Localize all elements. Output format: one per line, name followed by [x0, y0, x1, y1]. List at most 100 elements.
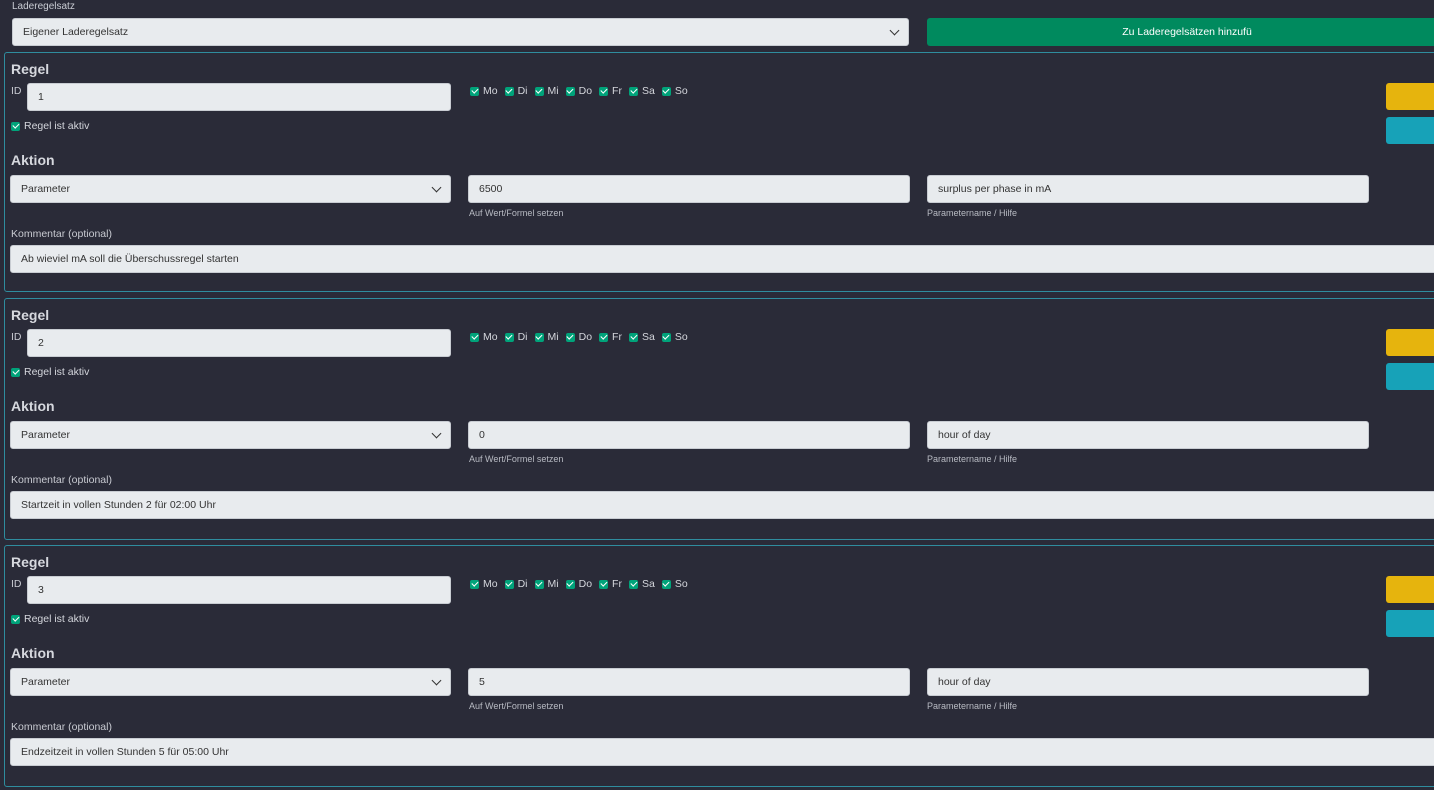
day-checkbox-di[interactable]: Di — [504, 578, 528, 590]
checkbox-checked-icon — [470, 86, 479, 96]
id-label: ID — [11, 331, 22, 343]
rule-id-value: 3 — [38, 584, 44, 596]
checkbox-checked-icon — [599, 332, 609, 342]
comment-input[interactable]: Ab wieviel mA soll die Überschussregel s… — [10, 245, 1434, 273]
value-text: 5 — [479, 676, 485, 688]
action-type-value: Parameter — [21, 429, 71, 441]
edit-button[interactable] — [1386, 83, 1434, 110]
rule-card: Regel ID 1 Mo Di Mi Do Fr Sa So Regel is… — [4, 52, 1434, 292]
rule-id-input[interactable]: 1 — [27, 83, 451, 111]
id-label: ID — [11, 578, 22, 590]
chevron-down-icon — [889, 25, 900, 36]
day-label: Sa — [641, 85, 655, 97]
checkbox-checked-icon — [534, 579, 544, 589]
action-type-select[interactable]: Parameter — [10, 668, 451, 696]
value-text: 6500 — [479, 183, 503, 195]
day-label: So — [674, 578, 688, 590]
action-type-select[interactable]: Parameter — [10, 421, 451, 449]
rule-card: Regel ID 3 Mo Di Mi Do Fr Sa So Regel is… — [4, 545, 1434, 787]
checkbox-checked-icon — [470, 332, 479, 342]
ruleset-select[interactable]: Eigener Laderegelsatz — [12, 18, 909, 46]
copy-button[interactable] — [1386, 610, 1434, 637]
edit-button[interactable] — [1386, 329, 1434, 356]
value-input[interactable]: 0 — [468, 421, 910, 449]
day-label: Mi — [547, 85, 559, 97]
checkbox-checked-icon — [11, 121, 20, 131]
day-checkbox-di[interactable]: Di — [504, 331, 528, 343]
weekday-checkboxes: Mo Di Mi Do Fr Sa So — [470, 331, 695, 343]
comment-text: Endzeitzeit in vollen Stunden 5 für 05:0… — [21, 746, 229, 758]
day-checkbox-fr[interactable]: Fr — [599, 85, 622, 97]
rule-active-label: Regel ist aktiv — [24, 613, 90, 625]
rule-active-checkbox[interactable]: Regel ist aktiv — [11, 120, 89, 132]
rule-active-checkbox[interactable]: Regel ist aktiv — [11, 613, 89, 625]
day-checkbox-fr[interactable]: Fr — [599, 578, 622, 590]
rule-id-input[interactable]: 2 — [27, 329, 451, 357]
rule-id-input[interactable]: 3 — [27, 576, 451, 604]
checkbox-checked-icon — [661, 579, 671, 589]
value-text: 0 — [479, 429, 485, 441]
day-label: So — [674, 331, 688, 343]
day-label: Mo — [483, 331, 498, 343]
checkbox-checked-icon — [661, 86, 671, 96]
edit-button[interactable] — [1386, 576, 1434, 603]
parameter-input[interactable]: surplus per phase in mA — [927, 175, 1369, 203]
rule-active-checkbox[interactable]: Regel ist aktiv — [11, 366, 89, 378]
value-input[interactable]: 6500 — [468, 175, 910, 203]
chevron-down-icon — [431, 675, 442, 686]
parameter-input[interactable]: hour of day — [927, 668, 1369, 696]
day-label: So — [674, 85, 688, 97]
parameter-input[interactable]: hour of day — [927, 421, 1369, 449]
checkbox-checked-icon — [628, 332, 638, 342]
day-label: Fr — [612, 578, 622, 590]
checkbox-checked-icon — [504, 579, 514, 589]
parameter-text: hour of day — [938, 429, 991, 441]
day-checkbox-so[interactable]: So — [661, 331, 688, 343]
checkbox-checked-icon — [11, 614, 20, 624]
value-input[interactable]: 5 — [468, 668, 910, 696]
day-label: Di — [517, 578, 528, 590]
comment-input[interactable]: Endzeitzeit in vollen Stunden 5 für 05:0… — [10, 738, 1434, 766]
day-checkbox-mo[interactable]: Mo — [470, 85, 498, 97]
day-checkbox-mi[interactable]: Mi — [534, 85, 559, 97]
day-label: Mo — [483, 85, 498, 97]
day-checkbox-mi[interactable]: Mi — [534, 578, 559, 590]
checkbox-checked-icon — [534, 86, 544, 96]
day-checkbox-do[interactable]: Do — [565, 85, 592, 97]
comment-text: Startzeit in vollen Stunden 2 für 02:00 … — [21, 499, 216, 511]
day-checkbox-mo[interactable]: Mo — [470, 578, 498, 590]
copy-button[interactable] — [1386, 117, 1434, 144]
day-checkbox-so[interactable]: So — [661, 85, 688, 97]
checkbox-checked-icon — [470, 579, 479, 589]
ruleset-label: Laderegelsatz — [12, 1, 75, 12]
parameter-hint: Parametername / Hilfe — [927, 701, 1018, 711]
rule-title: Regel — [11, 307, 50, 323]
action-type-select[interactable]: Parameter — [10, 175, 451, 203]
day-checkbox-do[interactable]: Do — [565, 578, 593, 590]
checkbox-checked-icon — [599, 86, 609, 96]
day-checkbox-mo[interactable]: Mo — [470, 331, 498, 343]
day-checkbox-do[interactable]: Do — [565, 331, 593, 343]
day-label: Do — [578, 578, 593, 590]
value-hint: Auf Wert/Formel setzen — [469, 454, 564, 464]
day-checkbox-sa[interactable]: Sa — [628, 85, 655, 97]
day-label: Do — [578, 331, 593, 343]
day-checkbox-sa[interactable]: Sa — [628, 331, 655, 343]
day-checkbox-so[interactable]: So — [661, 578, 688, 590]
day-checkbox-di[interactable]: Di — [504, 85, 528, 97]
day-label: Di — [517, 85, 528, 97]
day-label: Fr — [612, 331, 622, 343]
rule-title: Regel — [11, 61, 50, 77]
add-to-rulesets-button[interactable]: Zu Laderegelsätzen hinzufü — [927, 18, 1434, 46]
weekday-checkboxes: Mo Di Mi Do Fr Sa So — [470, 578, 695, 590]
id-label: ID — [11, 85, 22, 97]
checkbox-checked-icon — [661, 332, 671, 342]
comment-input[interactable]: Startzeit in vollen Stunden 2 für 02:00 … — [10, 491, 1434, 519]
day-checkbox-fr[interactable]: Fr — [599, 331, 622, 343]
copy-button[interactable] — [1386, 363, 1434, 390]
day-checkbox-mi[interactable]: Mi — [534, 331, 559, 343]
day-checkbox-sa[interactable]: Sa — [628, 578, 655, 590]
checkbox-checked-icon — [565, 86, 575, 96]
parameter-text: hour of day — [938, 676, 991, 688]
parameter-text: surplus per phase in mA — [938, 183, 1052, 195]
